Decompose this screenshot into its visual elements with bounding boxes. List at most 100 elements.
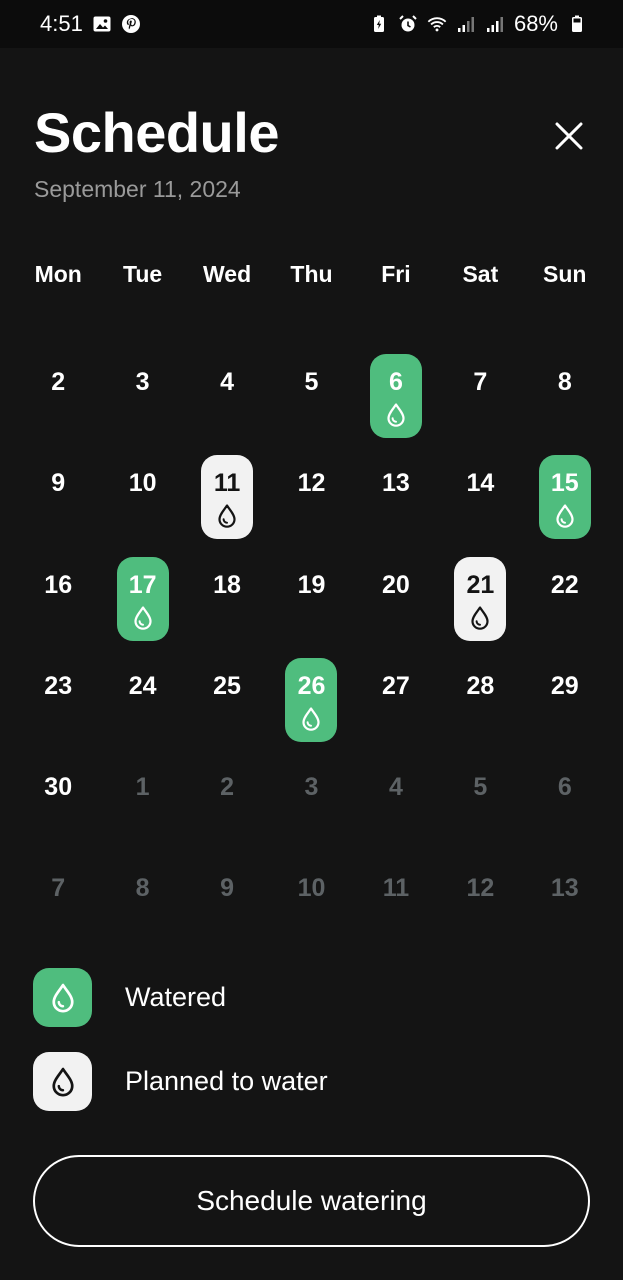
day[interactable]: 23 <box>32 658 84 742</box>
calendar-cell: 19 <box>269 533 353 634</box>
day-number: 28 <box>466 671 495 700</box>
close-icon <box>555 122 583 150</box>
legend-item-planned: Planned to water <box>33 1052 590 1111</box>
day[interactable]: 16 <box>32 557 84 641</box>
day-other-month[interactable]: 12 <box>454 860 506 944</box>
day-planned[interactable]: 21 <box>454 556 507 641</box>
day-other-month[interactable]: 9 <box>201 860 253 944</box>
day-number: 8 <box>557 368 572 396</box>
calendar-cell: 24 <box>100 634 184 735</box>
day[interactable]: 20 <box>370 557 422 641</box>
calendar-cell: 7 <box>16 836 100 937</box>
battery-percent: 68% <box>513 11 558 36</box>
battery-saver-icon <box>369 14 389 34</box>
calendar-cell: 5 <box>438 735 522 836</box>
battery-icon <box>567 14 587 34</box>
weekday-label: Sun <box>543 261 587 287</box>
day-other-month[interactable]: 4 <box>370 759 422 843</box>
day-other-month[interactable]: 8 <box>117 860 169 944</box>
legend-item-watered: Watered <box>33 968 590 1027</box>
day[interactable]: 8 <box>539 354 591 438</box>
day[interactable]: 5 <box>285 354 337 438</box>
day-number: 29 <box>550 671 579 700</box>
day-other-month[interactable]: 3 <box>285 759 337 843</box>
day-other-month[interactable]: 2 <box>201 759 253 843</box>
day[interactable]: 25 <box>201 658 253 742</box>
day[interactable]: 24 <box>117 658 169 742</box>
close-button[interactable] <box>549 116 589 156</box>
day[interactable]: 3 <box>117 354 169 438</box>
day-other-month[interactable]: 10 <box>285 860 337 944</box>
day[interactable]: 9 <box>32 455 84 539</box>
calendar-cell: 6 <box>354 330 438 438</box>
calendar-cell: 8 <box>100 836 184 937</box>
day[interactable]: 12 <box>285 455 337 539</box>
day-number: 3 <box>135 368 150 396</box>
day-other-month[interactable]: 1 <box>117 759 169 843</box>
water-drop-icon <box>553 503 577 529</box>
day[interactable]: 22 <box>539 557 591 641</box>
schedule-watering-button[interactable]: Schedule watering <box>33 1155 590 1247</box>
status-bar-left: 4:51 <box>40 11 141 37</box>
day[interactable]: 27 <box>370 658 422 742</box>
day[interactable]: 28 <box>454 658 506 742</box>
calendar-cell: 22 <box>523 533 607 634</box>
day[interactable]: 14 <box>454 455 506 539</box>
day-number: 30 <box>44 773 73 802</box>
day-watered[interactable]: 15 <box>538 455 591 540</box>
day-number: 12 <box>466 874 495 903</box>
day-other-month[interactable]: 7 <box>32 860 84 944</box>
day-number: 14 <box>466 469 495 498</box>
day[interactable]: 13 <box>370 455 422 539</box>
day-number: 25 <box>213 671 241 700</box>
calendar-cell: 1 <box>100 735 184 836</box>
day-other-month[interactable]: 13 <box>539 860 591 944</box>
day-number: 8 <box>135 874 150 903</box>
day[interactable]: 2 <box>32 354 84 438</box>
day-number: 16 <box>44 570 73 599</box>
water-drop-icon <box>468 605 492 631</box>
day-number: 10 <box>297 874 326 903</box>
calendar-cell: 11 <box>354 836 438 937</box>
calendar-cell: 30 <box>16 735 100 836</box>
day-number: 18 <box>213 570 241 599</box>
day[interactable]: 29 <box>539 658 591 742</box>
day[interactable]: 18 <box>201 557 253 641</box>
day-number: 23 <box>44 671 73 700</box>
calendar-cell: 3 <box>100 330 184 431</box>
day[interactable]: 19 <box>285 557 337 641</box>
day-number: 4 <box>388 773 403 802</box>
status-bar-right: 68% <box>369 11 587 37</box>
day[interactable]: 30 <box>32 759 84 843</box>
legend-label-planned: Planned to water <box>125 1066 328 1096</box>
signal-icon <box>485 14 505 34</box>
calendar-cell: 3 <box>269 735 353 836</box>
day-watered[interactable]: 6 <box>369 354 422 438</box>
day-number: 19 <box>297 570 326 599</box>
weekday-header: Mon Tue Wed Thu Fri Sat Sun <box>16 254 607 294</box>
selected-date: September 11, 2024 <box>34 176 241 202</box>
day-number: 1 <box>135 773 150 802</box>
day-number: 12 <box>297 469 326 498</box>
calendar-cell: 2 <box>185 735 269 836</box>
day-watered[interactable]: 17 <box>116 556 169 641</box>
day-number: 4 <box>220 368 235 396</box>
day-other-month[interactable]: 5 <box>454 759 506 843</box>
day[interactable]: 4 <box>201 354 253 438</box>
calendar-cell: 12 <box>438 836 522 937</box>
calendar-cell: 4 <box>185 330 269 431</box>
calendar-cell: 15 <box>523 431 607 540</box>
day[interactable]: 10 <box>117 455 169 539</box>
pinterest-icon <box>121 14 141 34</box>
day-number: 9 <box>220 874 235 903</box>
day-number: 7 <box>473 368 488 396</box>
day-watered[interactable]: 26 <box>285 657 338 742</box>
day-planned[interactable]: 11 <box>201 455 254 540</box>
day-other-month[interactable]: 11 <box>370 860 422 944</box>
day-number: 13 <box>550 874 579 903</box>
calendar-cell: 11 <box>185 431 269 540</box>
day-number: 20 <box>382 570 410 599</box>
alarm-icon <box>398 14 418 34</box>
day-other-month[interactable]: 6 <box>539 759 591 843</box>
day[interactable]: 7 <box>454 354 506 438</box>
